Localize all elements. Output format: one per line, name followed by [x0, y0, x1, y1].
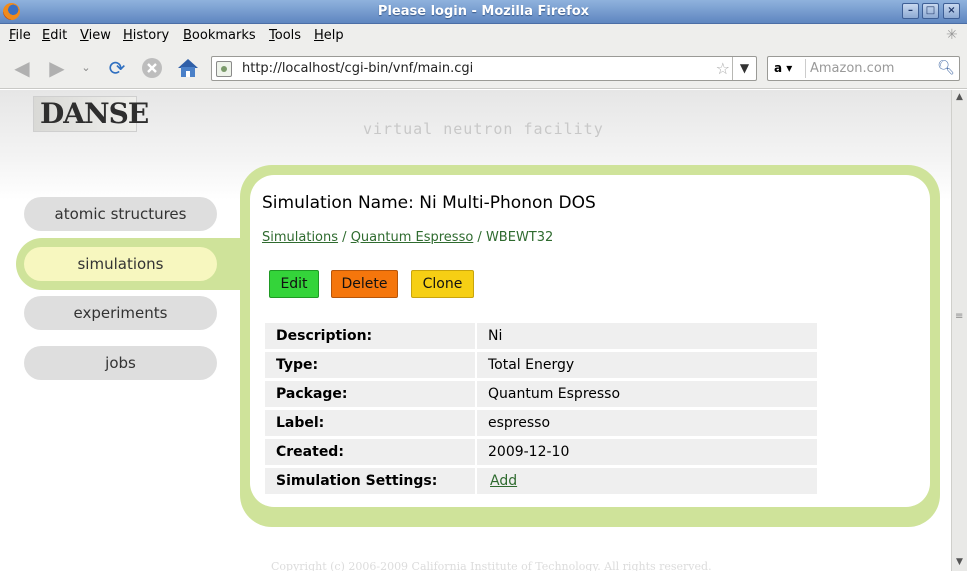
sidebar-item-jobs[interactable]: jobs: [24, 346, 217, 380]
navigation-toolbar: ◀ ▶ ⌄ ⟳ http://localhost/cgi-bin/vnf/mai…: [0, 47, 967, 89]
detail-value: Add: [477, 468, 817, 494]
detail-key: Package:: [265, 381, 477, 407]
detail-key: Created:: [265, 439, 477, 465]
menu-help[interactable]: Help: [314, 28, 344, 43]
menu-edit[interactable]: Edit: [42, 28, 67, 43]
maximize-button[interactable]: □: [922, 3, 939, 19]
simulation-details-table: Description: Ni Type: Total Energy Packa…: [265, 320, 817, 497]
menu-bar: File Edit View History Bookmarks Tools H…: [0, 24, 967, 47]
url-dropdown-icon[interactable]: ▼: [732, 57, 756, 80]
sidebar-item-experiments[interactable]: experiments: [24, 296, 217, 330]
simulation-panel-frame: Simulation Name: Ni Multi-Phonon DOS Sim…: [240, 165, 940, 527]
detail-value: Ni: [477, 323, 817, 349]
menu-tools-label: ools: [274, 28, 302, 43]
window-title: Please login - Mozilla Firefox: [377, 4, 590, 19]
table-row: Package: Quantum Espresso: [265, 381, 817, 407]
scrollbar-grip-icon[interactable]: ≡: [955, 312, 964, 322]
menu-history-accel: H: [123, 28, 133, 43]
amazon-logo-icon: a: [774, 61, 783, 75]
table-row: Label: espresso: [265, 410, 817, 436]
bookmark-star-icon[interactable]: ☆: [716, 59, 730, 78]
breadcrumb-separator: /: [338, 230, 351, 245]
detail-key: Simulation Settings:: [265, 468, 477, 494]
edit-button[interactable]: Edit: [269, 270, 319, 298]
clone-button[interactable]: Clone: [411, 270, 474, 298]
menu-file[interactable]: File: [9, 28, 31, 43]
sidebar-item-simulations[interactable]: simulations: [24, 247, 217, 281]
detail-key: Label:: [265, 410, 477, 436]
simulation-panel: Simulation Name: Ni Multi-Phonon DOS Sim…: [250, 175, 930, 507]
close-button[interactable]: ×: [943, 3, 960, 19]
site-tagline: virtual neutron facility: [363, 120, 604, 138]
detail-key: Description:: [265, 323, 477, 349]
menu-edit-accel: E: [42, 28, 51, 43]
table-row: Type: Total Energy: [265, 352, 817, 378]
menu-help-accel: H: [314, 28, 324, 43]
sidebar-item-atomic-structures[interactable]: atomic structures: [24, 197, 217, 231]
stop-icon[interactable]: [140, 57, 164, 81]
forward-icon[interactable]: ▶: [44, 56, 70, 80]
breadcrumb-simulations-link[interactable]: Simulations: [262, 230, 338, 245]
home-icon[interactable]: [175, 57, 201, 81]
history-dropdown-icon[interactable]: ⌄: [78, 56, 94, 80]
menu-tools[interactable]: Tools: [269, 28, 301, 43]
menu-bookmarks[interactable]: Bookmarks: [183, 28, 256, 43]
page-content: DANSE virtual neutron facility atomic st…: [0, 90, 951, 571]
breadcrumb-separator: /: [473, 230, 486, 245]
minimize-button[interactable]: –: [902, 3, 919, 19]
menu-file-label: ile: [15, 28, 31, 43]
vertical-scrollbar[interactable]: ▲ ≡ ▼: [951, 90, 967, 571]
activity-throbber-icon: ✳: [946, 27, 958, 43]
stop-icon-graphic: [142, 58, 162, 78]
search-magnifier-icon[interactable]: 🔍︎: [937, 60, 955, 76]
menu-view-label: iew: [88, 28, 111, 43]
breadcrumb: Simulations / Quantum Espresso / WBEWT32: [262, 230, 553, 245]
search-bar[interactable]: a ▾ Amazon.com 🔍︎: [767, 56, 960, 81]
menu-bookmarks-label: ookmarks: [191, 28, 256, 43]
menu-edit-label: dit: [50, 28, 68, 43]
menu-help-label: elp: [323, 28, 344, 43]
detail-value: espresso: [477, 410, 817, 436]
menu-history[interactable]: History: [123, 28, 169, 43]
detail-value: 2009-12-10: [477, 439, 817, 465]
url-text[interactable]: http://localhost/cgi-bin/vnf/main.cgi: [242, 61, 473, 76]
scroll-down-icon[interactable]: ▼: [952, 555, 967, 570]
window-titlebar: Please login - Mozilla Firefox – □ ×: [0, 0, 967, 24]
back-icon[interactable]: ◀: [9, 56, 35, 80]
breadcrumb-current: WBEWT32: [485, 230, 554, 245]
detail-value: Total Energy: [477, 352, 817, 378]
menu-view-accel: V: [80, 28, 89, 43]
detail-value: Quantum Espresso: [477, 381, 817, 407]
danse-logo[interactable]: DANSE: [33, 96, 149, 132]
search-input[interactable]: Amazon.com: [810, 61, 894, 76]
table-row: Created: 2009-12-10: [265, 439, 817, 465]
detail-key: Type:: [265, 352, 477, 378]
delete-button[interactable]: Delete: [331, 270, 398, 298]
reload-icon[interactable]: ⟳: [104, 56, 130, 80]
search-engine-selector[interactable]: a ▾: [770, 59, 806, 78]
logo-text: DANSE: [40, 97, 149, 130]
table-row: Description: Ni: [265, 323, 817, 349]
table-row: Simulation Settings: Add: [265, 468, 817, 494]
page-footer: Copyright (c) 2006-2009 California Insti…: [271, 560, 712, 571]
menu-history-label: istory: [132, 28, 170, 43]
breadcrumb-quantum-espresso-link[interactable]: Quantum Espresso: [351, 230, 474, 245]
url-bar[interactable]: http://localhost/cgi-bin/vnf/main.cgi ☆ …: [211, 56, 757, 81]
add-settings-link[interactable]: Add: [490, 473, 517, 489]
menu-view[interactable]: View: [80, 28, 111, 43]
site-identity-icon[interactable]: [216, 61, 232, 77]
scroll-up-icon[interactable]: ▲: [952, 90, 967, 105]
home-icon-graphic: [178, 59, 198, 77]
menu-bookmarks-accel: B: [183, 28, 192, 43]
page-title: Simulation Name: Ni Multi-Phonon DOS: [262, 193, 596, 213]
